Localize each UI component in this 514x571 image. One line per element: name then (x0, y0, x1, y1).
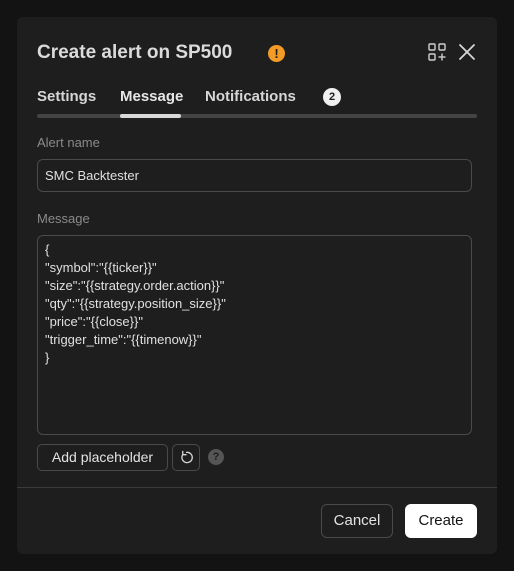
tab-bar: Settings Message Notifications 2 (37, 87, 477, 119)
tab-notifications[interactable]: Notifications (205, 87, 296, 107)
create-alert-dialog: Create alert on SP500 ! Settings Message… (17, 17, 497, 554)
alert-name-input[interactable] (37, 159, 472, 192)
create-button[interactable]: Create (405, 504, 477, 538)
help-icon[interactable]: ? (208, 449, 224, 465)
add-widget-icon[interactable] (428, 43, 446, 61)
tab-rail (37, 114, 477, 118)
message-label: Message (37, 211, 90, 226)
alert-name-label: Alert name (37, 135, 100, 150)
active-tab-indicator (120, 114, 181, 118)
warning-icon[interactable]: ! (268, 45, 285, 62)
tab-message[interactable]: Message (120, 87, 183, 107)
close-icon[interactable] (457, 42, 477, 62)
footer-divider (17, 487, 497, 488)
tab-settings[interactable]: Settings (37, 87, 96, 107)
cancel-button[interactable]: Cancel (321, 504, 393, 538)
reset-icon (181, 450, 193, 464)
reset-message-button[interactable] (172, 444, 200, 471)
notifications-count-badge: 2 (323, 88, 341, 106)
add-placeholder-button[interactable]: Add placeholder (37, 444, 168, 471)
dialog-title: Create alert on SP500 (37, 42, 233, 63)
dialog-header: Create alert on SP500 ! (37, 41, 477, 67)
message-textarea[interactable]: { "symbol":"{{ticker}}" "size":"{{strate… (37, 235, 472, 435)
